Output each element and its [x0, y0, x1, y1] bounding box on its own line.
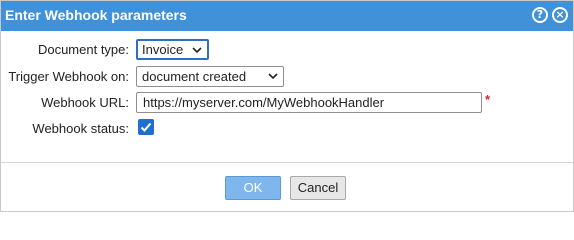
trigger-value: document created: [142, 69, 247, 84]
status-row: Webhook status:: [1, 118, 573, 140]
document-type-select[interactable]: Invoice: [136, 39, 209, 60]
url-label: Webhook URL:: [41, 95, 129, 110]
trigger-row: Trigger Webhook on: document created: [1, 66, 573, 88]
document-type-value: Invoice: [142, 42, 184, 57]
chevron-down-icon: [268, 73, 278, 80]
trigger-select[interactable]: document created: [136, 66, 284, 87]
chevron-down-icon: [192, 47, 202, 54]
help-icon[interactable]: ?: [532, 7, 548, 23]
document-type-label: Document type:: [37, 42, 129, 57]
ok-button[interactable]: OK: [225, 176, 281, 200]
document-type-row: Document type: Invoice: [1, 39, 573, 61]
required-marker: *: [485, 92, 491, 107]
url-row: Webhook URL: https://myserver.com/MyWebh…: [1, 92, 573, 114]
webhook-status-checkbox[interactable]: [138, 119, 154, 135]
webhook-dialog: Enter Webhook parameters ? × Document ty…: [0, 0, 574, 212]
checkmark-icon: [140, 122, 152, 132]
webhook-url-input[interactable]: https://myserver.com/MyWebhookHandler: [136, 92, 482, 113]
dialog-title: Enter Webhook parameters: [5, 7, 187, 23]
status-label: Webhook status:: [32, 121, 129, 136]
trigger-label: Trigger Webhook on:: [8, 69, 129, 84]
dialog-titlebar: Enter Webhook parameters ? ×: [1, 1, 573, 31]
cancel-button[interactable]: Cancel: [290, 176, 346, 200]
close-icon[interactable]: ×: [552, 7, 568, 23]
footer-divider: [1, 162, 573, 163]
